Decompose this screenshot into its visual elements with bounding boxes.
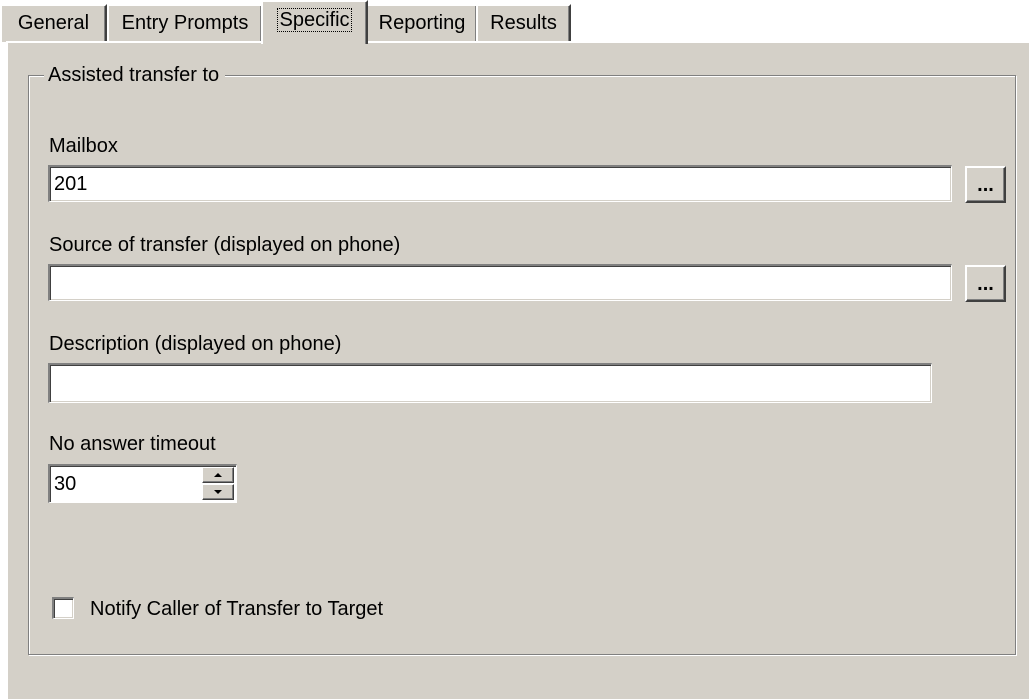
description-label: Description (displayed on phone)	[49, 333, 342, 355]
tab-general[interactable]: General	[0, 4, 107, 42]
mailbox-browse-button[interactable]: ...	[965, 166, 1006, 203]
dialog-root: General Entry Prompts Specific Reporting…	[0, 0, 1029, 699]
tab-results[interactable]: Results	[476, 4, 571, 42]
tab-general-label: General	[17, 12, 90, 34]
timeout-increase-button[interactable]	[202, 467, 234, 483]
mailbox-input[interactable]	[48, 165, 952, 202]
source-input[interactable]	[48, 264, 952, 301]
arrow-up-icon	[214, 473, 222, 477]
tab-entry-prompts[interactable]: Entry Prompts	[107, 4, 263, 42]
tab-strip: General Entry Prompts Specific Reporting…	[0, 0, 1029, 44]
tab-specific[interactable]: Specific	[261, 0, 368, 44]
source-browse-button[interactable]: ...	[965, 265, 1006, 302]
groupbox-title: Assisted transfer to	[44, 63, 226, 87]
notify-checkbox[interactable]	[52, 597, 74, 619]
tab-specific-label: Specific	[277, 8, 352, 32]
timeout-input[interactable]	[52, 468, 202, 500]
timeout-label: No answer timeout	[49, 433, 216, 455]
arrow-down-icon	[214, 490, 222, 494]
timeout-decrease-button[interactable]	[202, 484, 234, 500]
notify-label[interactable]: Notify Caller of Transfer to Target	[90, 597, 383, 621]
tab-reporting[interactable]: Reporting	[366, 4, 478, 42]
mailbox-label: Mailbox	[49, 135, 118, 157]
tab-reporting-label: Reporting	[378, 12, 466, 34]
timeout-spinner	[48, 464, 237, 503]
tab-entry-prompts-label: Entry Prompts	[121, 12, 249, 34]
description-input[interactable]	[48, 363, 932, 403]
source-label: Source of transfer (displayed on phone)	[49, 234, 401, 256]
tab-results-label: Results	[490, 12, 557, 34]
